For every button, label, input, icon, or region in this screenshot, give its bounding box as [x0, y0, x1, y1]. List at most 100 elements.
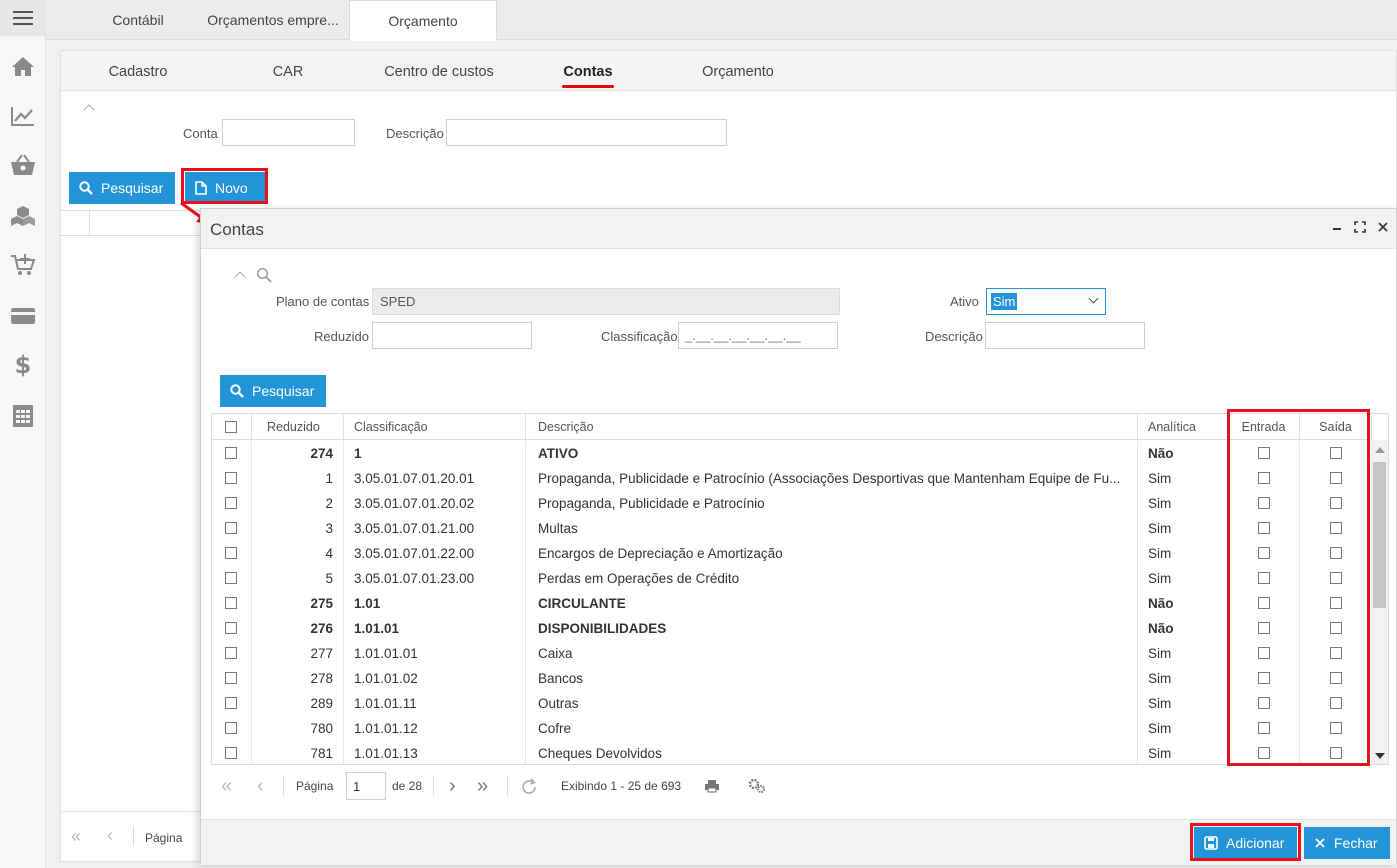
row-select-checkbox[interactable] [225, 472, 237, 484]
table-row[interactable]: 1 3.05.01.07.01.20.01 Propaganda, Publicid… [212, 466, 1372, 491]
row-select-checkbox[interactable] [225, 672, 237, 684]
entrada-checkbox[interactable] [1258, 547, 1270, 559]
table-row[interactable]: 278 1.01.01.02 Bancos Sim [212, 666, 1372, 691]
col-entrada[interactable]: Entrada [1228, 414, 1300, 440]
modal-descricao-input[interactable] [985, 322, 1145, 349]
page-number-input[interactable] [346, 772, 386, 800]
ativo-select[interactable]: Sim [986, 288, 1106, 315]
saida-checkbox[interactable] [1330, 622, 1342, 634]
select-all-checkbox[interactable] [225, 421, 237, 433]
saida-checkbox[interactable] [1330, 647, 1342, 659]
first-page-icon[interactable]: « [221, 769, 232, 803]
prev-page-icon[interactable]: ‹ [257, 769, 264, 803]
row-select-checkbox[interactable] [225, 447, 237, 459]
row-select-checkbox[interactable] [225, 722, 237, 734]
saida-checkbox[interactable] [1330, 697, 1342, 709]
row-select-checkbox[interactable] [225, 697, 237, 709]
tab-car[interactable]: CAR [266, 51, 310, 91]
saida-checkbox[interactable] [1330, 597, 1342, 609]
calculator-icon[interactable] [9, 402, 37, 430]
minimize-icon[interactable] [1330, 221, 1344, 235]
scroll-up-icon[interactable] [1375, 447, 1385, 453]
row-select-checkbox[interactable] [225, 547, 237, 559]
collapse-chevron-icon[interactable] [83, 104, 95, 116]
table-row[interactable]: 274 1 ATIVO Não [212, 441, 1372, 466]
home-icon[interactable] [9, 52, 37, 80]
chart-icon[interactable] [9, 102, 37, 130]
first-page-icon[interactable]: « [71, 826, 81, 847]
refresh-icon[interactable] [520, 778, 538, 796]
entrada-checkbox[interactable] [1258, 497, 1270, 509]
add-button[interactable]: Adicionar [1194, 827, 1297, 859]
scroll-thumb[interactable] [1373, 462, 1386, 608]
saida-checkbox[interactable] [1330, 747, 1342, 759]
entrada-checkbox[interactable] [1258, 722, 1270, 734]
entrada-checkbox[interactable] [1258, 572, 1270, 584]
saida-checkbox[interactable] [1330, 547, 1342, 559]
row-select-checkbox[interactable] [225, 647, 237, 659]
table-row[interactable]: 780 1.01.01.12 Cofre Sim [212, 716, 1372, 741]
row-select-checkbox[interactable] [225, 622, 237, 634]
saida-checkbox[interactable] [1330, 522, 1342, 534]
table-row[interactable]: 3 3.05.01.07.01.21.00 Multas Sim [212, 516, 1372, 541]
top-tab-orcamento[interactable]: Orçamento [349, 0, 497, 41]
entrada-checkbox[interactable] [1258, 647, 1270, 659]
col-saida[interactable]: Saída [1300, 414, 1372, 440]
search-button[interactable]: Pesquisar [69, 172, 175, 204]
modal-search-icon[interactable] [256, 267, 272, 283]
table-row[interactable]: 5 3.05.01.07.01.23.00 Perdas em Operações … [212, 566, 1372, 591]
modal-search-button[interactable]: Pesquisar [220, 375, 326, 407]
dollar-icon[interactable]: $ [9, 351, 37, 379]
entrada-checkbox[interactable] [1258, 622, 1270, 634]
col-descricao[interactable]: Descrição [526, 414, 1138, 440]
next-page-icon[interactable]: › [449, 769, 456, 803]
last-page-icon[interactable]: » [477, 769, 488, 803]
prev-page-icon[interactable]: ‹ [107, 825, 113, 846]
modal-collapse-chevron-icon[interactable] [234, 271, 246, 283]
top-tab-orcamentos-empresa[interactable]: Orçamentos empre... [198, 0, 348, 40]
basket-icon[interactable] [9, 151, 37, 179]
conta-input[interactable] [222, 119, 355, 146]
plano-de-contas-field[interactable]: SPED [372, 288, 840, 315]
tab-orcamento[interactable]: Orçamento [697, 51, 779, 91]
entrada-checkbox[interactable] [1258, 597, 1270, 609]
card-icon[interactable] [9, 302, 37, 330]
maximize-icon[interactable] [1353, 221, 1367, 235]
entrada-checkbox[interactable] [1258, 522, 1270, 534]
table-row[interactable]: 781 1.01.01.13 Cheques Devolvidos Sim [212, 741, 1372, 764]
saida-checkbox[interactable] [1330, 572, 1342, 584]
col-reduzido[interactable]: Reduzido [252, 414, 344, 440]
table-row[interactable]: 289 1.01.01.11 Outras Sim [212, 691, 1372, 716]
row-select-checkbox[interactable] [225, 597, 237, 609]
saida-checkbox[interactable] [1330, 472, 1342, 484]
row-select-checkbox[interactable] [225, 747, 237, 759]
tab-cadastro[interactable]: Cadastro [101, 51, 175, 91]
row-select-checkbox[interactable] [225, 522, 237, 534]
row-select-checkbox[interactable] [225, 497, 237, 509]
saida-checkbox[interactable] [1330, 722, 1342, 734]
table-row[interactable]: 277 1.01.01.01 Caixa Sim [212, 641, 1372, 666]
cart-add-icon[interactable] [9, 251, 37, 279]
table-row[interactable]: 275 1.01 CIRCULANTE Não [212, 591, 1372, 616]
col-classificacao[interactable]: Classificação [344, 414, 526, 440]
top-tab-contabil[interactable]: Contábil [78, 0, 198, 40]
descricao-input[interactable] [446, 119, 727, 146]
boxes-icon[interactable] [9, 202, 37, 230]
close-button[interactable]: Fechar [1304, 827, 1390, 859]
close-icon[interactable] [1376, 221, 1390, 235]
tab-contas[interactable]: Contas [562, 51, 614, 91]
entrada-checkbox[interactable] [1258, 672, 1270, 684]
saida-checkbox[interactable] [1330, 672, 1342, 684]
saida-checkbox[interactable] [1330, 447, 1342, 459]
print-icon[interactable] [704, 779, 720, 793]
row-select-checkbox[interactable] [225, 572, 237, 584]
reduzido-input[interactable] [372, 322, 532, 349]
classificacao-input[interactable] [678, 322, 838, 349]
menu-icon[interactable] [0, 0, 46, 36]
entrada-checkbox[interactable] [1258, 747, 1270, 759]
table-row[interactable]: 2 3.05.01.07.01.20.02 Propaganda, Publicid… [212, 491, 1372, 516]
scroll-down-icon[interactable] [1375, 753, 1385, 759]
grid-scrollbar[interactable] [1371, 440, 1388, 764]
entrada-checkbox[interactable] [1258, 447, 1270, 459]
entrada-checkbox[interactable] [1258, 697, 1270, 709]
